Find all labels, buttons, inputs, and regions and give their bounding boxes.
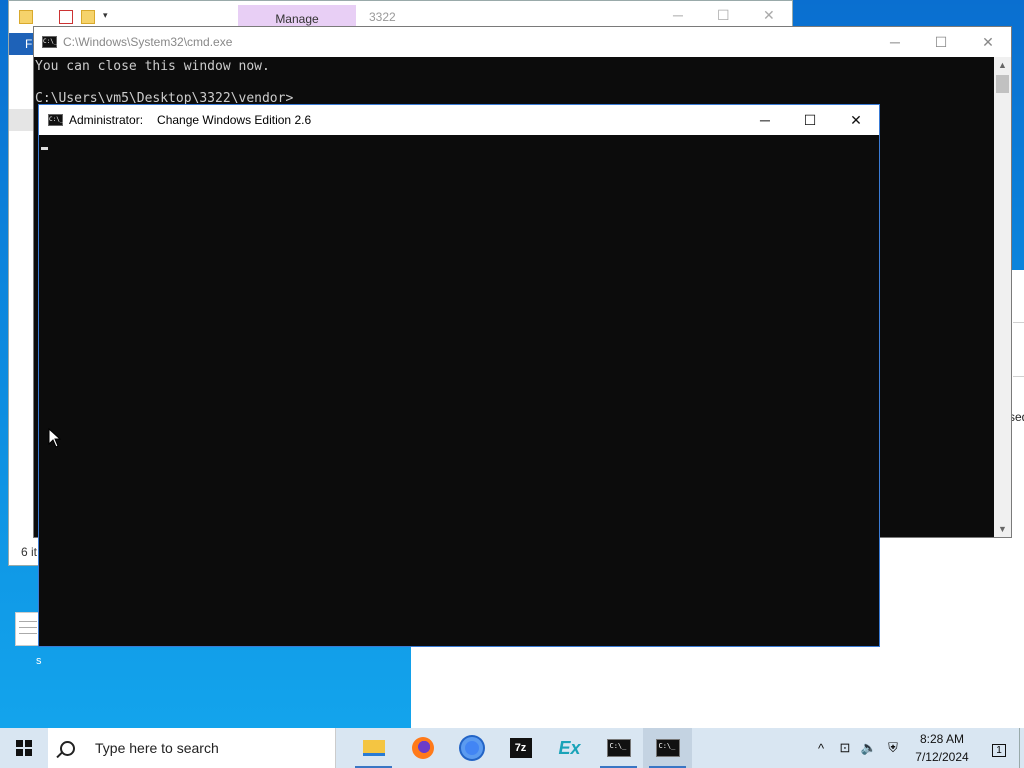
cmd-title: C:\Windows\System32\cmd.exe — [63, 35, 233, 49]
admin-minimize-button[interactable]: ─ — [742, 105, 788, 135]
text-cursor — [41, 147, 48, 150]
cmd-close-button[interactable]: ✕ — [965, 27, 1011, 57]
firefox-icon — [411, 737, 434, 759]
network-icon[interactable]: ⊡ — [833, 740, 857, 756]
notification-count: 1 — [992, 744, 1006, 757]
cmd-titlebar[interactable]: C:\_ C:\Windows\System32\cmd.exe — [34, 27, 1011, 57]
scrollbar-thumb[interactable] — [996, 75, 1009, 93]
admin-title-prefix: Administrator: — [69, 113, 144, 127]
folder-icon — [362, 740, 385, 756]
cmd-icon: C:\_ — [606, 739, 631, 757]
taskbar-cmd[interactable]: C:\_ — [594, 728, 643, 768]
explorer-minimize-button[interactable]: ─ — [673, 7, 683, 23]
admin-console-window[interactable]: C:\_ Administrator: Change Windows Editi… — [38, 104, 880, 647]
explorer-close-button[interactable]: ✕ — [763, 7, 775, 24]
search-icon — [60, 740, 75, 756]
clock-date: 7/12/2024 — [915, 750, 969, 764]
folder-icon — [19, 10, 33, 24]
chrome-icon — [460, 737, 483, 759]
explorer-folder-title: 3322 — [369, 10, 396, 24]
taskbar: Type here to search 7z Ex C:\_ C:\_ ^ ⊡ … — [0, 728, 1024, 768]
scroll-down-arrow-icon[interactable]: ▼ — [994, 521, 1011, 537]
file-tab[interactable]: F — [9, 37, 32, 51]
chevron-up-icon[interactable]: ^ — [809, 741, 833, 756]
taskbar-chrome[interactable] — [447, 728, 496, 768]
cmd-icon: C:\_ — [48, 114, 63, 126]
console-line: You can close this window now. — [35, 59, 270, 74]
background-window-edge — [1013, 322, 1024, 377]
cmd-minimize-button[interactable]: ─ — [872, 27, 918, 57]
taskbar-ex[interactable]: Ex — [545, 728, 594, 768]
chevron-down-icon[interactable]: ▾ — [103, 10, 111, 24]
desktop-icon-label[interactable]: s — [36, 655, 42, 667]
cmd-icon: C:\_ — [42, 36, 57, 48]
clock[interactable]: 8:28 AM 7/12/2024 — [905, 730, 979, 766]
admin-maximize-button[interactable]: ☐ — [787, 105, 833, 135]
search-box[interactable]: Type here to search — [48, 728, 336, 768]
windows-logo-icon — [16, 740, 32, 756]
ex-icon: Ex — [558, 738, 581, 758]
mouse-pointer-icon — [48, 428, 62, 448]
cmd-maximize-button[interactable]: ☐ — [918, 27, 964, 57]
explorer-status-bar: 6 it — [21, 545, 38, 559]
properties-icon[interactable] — [59, 10, 73, 24]
explorer-maximize-button[interactable]: ☐ — [717, 7, 730, 24]
console-line: ​ — [35, 75, 994, 91]
notification-center-icon[interactable]: 1 — [979, 740, 1019, 757]
taskbar-apps: 7z Ex C:\_ C:\_ — [349, 728, 692, 768]
search-placeholder: Type here to search — [95, 740, 219, 756]
clock-time: 8:28 AM — [919, 732, 965, 746]
cmd-scrollbar[interactable]: ▲ ▼ — [994, 57, 1011, 537]
admin-close-button[interactable]: ✕ — [833, 105, 879, 135]
admin-title: Change Windows Edition 2.6 — [157, 113, 312, 127]
scroll-up-arrow-icon[interactable]: ▲ — [994, 57, 1011, 73]
taskbar-7zip[interactable]: 7z — [496, 728, 545, 768]
show-desktop-button[interactable] — [1019, 728, 1024, 768]
taskbar-cmd-admin[interactable]: C:\_ — [643, 728, 692, 768]
new-folder-icon[interactable] — [81, 10, 95, 24]
taskbar-firefox[interactable] — [398, 728, 447, 768]
cmd-icon: C:\_ — [655, 739, 680, 757]
admin-console-output[interactable] — [39, 135, 879, 646]
defender-icon[interactable]: ⛨ — [881, 740, 905, 756]
system-tray: ^ ⊡ 🔈 ⛨ 8:28 AM 7/12/2024 1 — [809, 728, 1024, 768]
start-button[interactable] — [0, 728, 48, 768]
volume-muted-icon[interactable]: 🔈 — [857, 740, 881, 756]
taskbar-file-explorer[interactable] — [349, 728, 398, 768]
7zip-icon: 7z — [509, 738, 532, 758]
